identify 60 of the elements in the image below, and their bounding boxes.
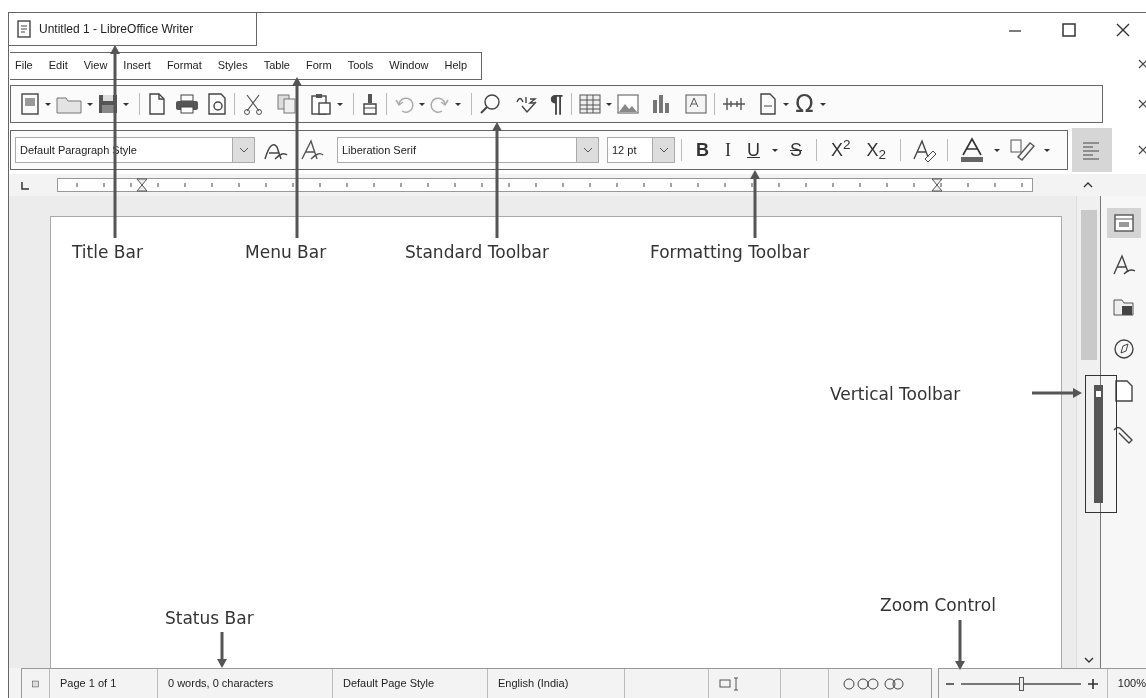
paste-icon[interactable] — [309, 91, 333, 116]
menu-item[interactable]: Format — [166, 57, 202, 74]
page-icon[interactable] — [146, 91, 168, 116]
menu-item[interactable]: Edit — [48, 57, 68, 74]
dropdown-caret-icon[interactable] — [582, 146, 593, 154]
superscript-button[interactable]: X$^{2}$ — [823, 141, 859, 159]
menu-item[interactable]: Help — [444, 57, 468, 74]
menu-item[interactable]: Table — [263, 57, 290, 74]
strikethrough-button[interactable]: S — [782, 141, 810, 159]
clear-formatting-icon[interactable] — [911, 137, 938, 163]
callout-arrow — [1032, 388, 1082, 398]
brush-icon[interactable] — [360, 91, 380, 116]
print-preview-icon[interactable] — [206, 91, 228, 116]
underline-button[interactable]: U — [739, 141, 768, 159]
menu-item[interactable]: View — [83, 57, 108, 74]
document-icon — [17, 20, 31, 38]
menu-item[interactable]: Tools — [347, 57, 374, 74]
callout-label: Title Bar — [72, 241, 143, 264]
close-icon[interactable] — [1136, 143, 1146, 157]
special-character-button[interactable]: Ω — [793, 91, 816, 116]
callout-label: Standard Toolbar — [405, 241, 549, 264]
language: English (India) — [498, 676, 569, 692]
signature-icon[interactable] — [843, 676, 907, 691]
callout-label: Zoom Control — [880, 594, 996, 617]
highlighter-icon[interactable] — [1008, 137, 1037, 163]
menu-item[interactable]: File — [15, 57, 33, 74]
menu-item[interactable]: Form — [306, 57, 332, 74]
callout-arrow — [750, 170, 760, 238]
callout-arrow — [955, 620, 965, 670]
subscript-button[interactable]: X$_{2}$ — [858, 141, 895, 159]
callout-label: Formatting Toolbar — [650, 241, 810, 264]
page-count: Page 1 of 1 — [60, 676, 117, 692]
callout-label: Status Bar — [165, 607, 254, 630]
dropdown-caret-icon[interactable] — [238, 146, 249, 154]
callout-arrow — [217, 632, 227, 668]
zoom-percentage: 100% — [1117, 676, 1146, 692]
window-title: Untitled 1 - LibreOffice Writer — [39, 21, 194, 38]
vertical-scrollbar[interactable] — [1076, 196, 1100, 668]
page-style: Default Page Style — [343, 676, 435, 692]
text-box-icon[interactable] — [684, 91, 709, 116]
callout-label: Vertical Toolbar — [830, 383, 961, 406]
bold-button[interactable]: B — [688, 141, 717, 159]
scroll-up-icon[interactable] — [1083, 181, 1093, 189]
slider-thumb[interactable] — [1018, 676, 1024, 691]
word-count: 0 words, 0 characters — [168, 676, 274, 692]
formatting-marks-button[interactable]: ¶ — [548, 91, 566, 116]
copy-icon[interactable] — [275, 91, 299, 116]
menu-item[interactable]: Insert — [123, 57, 151, 74]
scroll-down-icon[interactable] — [1083, 656, 1094, 664]
callout-label: Menu Bar — [245, 241, 327, 264]
printer-icon[interactable] — [174, 91, 200, 116]
new-document-icon[interactable] — [19, 91, 41, 116]
zoom-in-icon[interactable] — [1086, 677, 1099, 690]
menu-item[interactable]: Styles — [217, 57, 248, 74]
scrollbar-thumb[interactable] — [1080, 210, 1097, 360]
italic-button[interactable]: I — [717, 141, 739, 159]
dropdown-caret-icon[interactable] — [658, 146, 669, 154]
document-status-icon[interactable] — [32, 677, 39, 690]
menu-item[interactable]: Window — [389, 57, 429, 74]
table-icon[interactable] — [578, 91, 603, 116]
